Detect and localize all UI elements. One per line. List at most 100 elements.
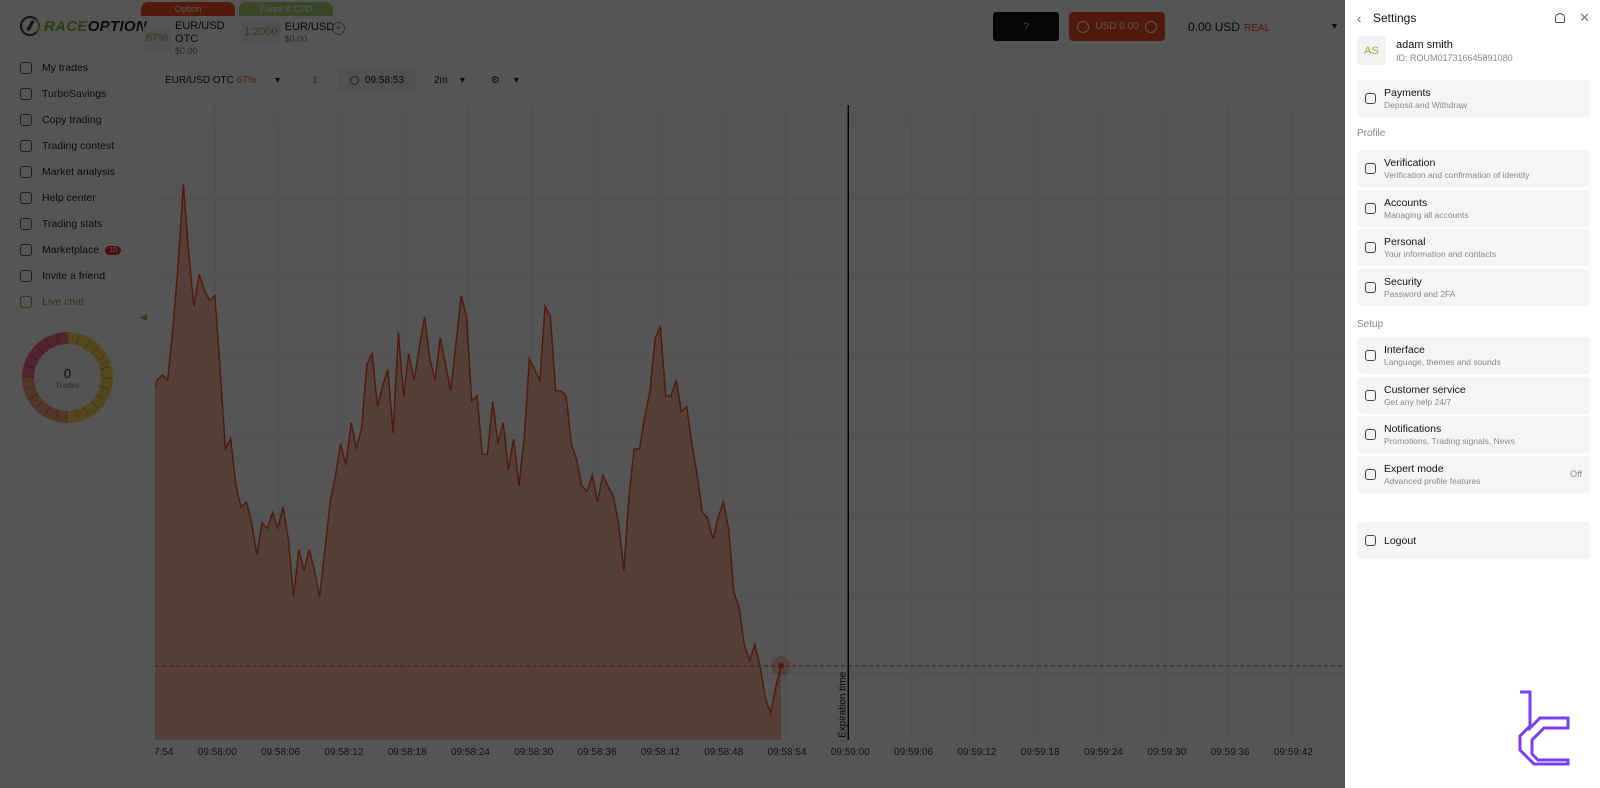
x-tick-label: 09:59:18 — [1021, 747, 1060, 755]
verification-icon — [1365, 163, 1376, 174]
asset-tabs: Option 67% EUR/USD OTC $0.00 Forex & CFD … — [141, 2, 334, 60]
settings-item-customer-service[interactable]: Customer service Get any help 24/7 — [1357, 376, 1590, 414]
chevron-down-icon[interactable]: ▼ — [1330, 21, 1339, 31]
watermark-logo — [1518, 690, 1570, 766]
panel-title: Settings — [1373, 11, 1417, 25]
security-icon — [1365, 281, 1376, 293]
collapse-sidebar-icon[interactable]: ◀ — [140, 312, 147, 323]
raceoption-logo[interactable]: RACEOPTION — [20, 16, 147, 36]
personal-icon — [1365, 242, 1376, 253]
x-tick-label: 09:58:48 — [704, 747, 743, 755]
settings-item-interface[interactable]: Interface Language, themes and sounds — [1357, 337, 1590, 374]
x-tick-label: 09:59:30 — [1147, 747, 1186, 755]
user-name: adam smith — [1396, 38, 1453, 51]
x-tick-label: 09:59:36 — [1211, 747, 1250, 755]
x-tick-label: 09:58:24 — [451, 747, 490, 755]
back-icon[interactable]: ‹ — [1357, 11, 1373, 26]
settings-item-payments[interactable]: Payments Deposit and Withdraw — [1357, 80, 1590, 117]
symbol-selector[interactable]: EUR/USD OTC 67% ▾ — [155, 75, 290, 86]
balance-display[interactable]: 0.00 USD REAL — [1188, 20, 1270, 34]
customer-service-icon — [1365, 389, 1376, 401]
asset-tab-option[interactable]: Option 67% EUR/USD OTC $0.00 — [141, 2, 235, 60]
check-icon — [1077, 20, 1089, 33]
bonus-button[interactable]: USD 0.00 — [1069, 12, 1165, 41]
savings-icon — [20, 88, 32, 100]
sidebar-item-my-trades[interactable]: My trades — [20, 55, 140, 81]
settings-item-security[interactable]: Security Password and 2FA — [1357, 268, 1590, 306]
analysis-icon — [20, 166, 32, 178]
copy-icon — [20, 114, 32, 126]
mystery-box-button[interactable]: ? — [993, 12, 1059, 41]
settings-item-expert-mode[interactable]: Expert mode Advanced profile features Off — [1357, 455, 1590, 493]
chat-icon — [20, 296, 32, 308]
chevron-down-icon: ▾ — [459, 74, 465, 86]
sidebar-item-trading-contest[interactable]: Trading contest — [20, 133, 140, 159]
x-tick-label: 09:59:00 — [831, 747, 870, 755]
invite-icon — [20, 270, 32, 282]
time-display: 09:58:53 — [338, 68, 416, 92]
marketplace-icon — [20, 244, 32, 256]
x-tick-label: 09:59:24 — [1084, 747, 1123, 755]
indicators-icon[interactable]: ⟟ — [300, 75, 330, 86]
sidebar-item-marketplace[interactable]: Marketplace 10 — [20, 237, 140, 263]
logout-button[interactable]: Logout — [1357, 522, 1590, 559]
contest-icon — [20, 140, 32, 152]
x-tick-label: 09:59:42 — [1274, 747, 1313, 755]
gear-icon: ⚙ — [490, 74, 500, 86]
x-tick-label: 09:58:00 — [198, 747, 237, 755]
user-id: ID: ROUM017316645891080 — [1396, 52, 1513, 63]
add-asset-button[interactable]: + — [332, 22, 345, 35]
toggle-value[interactable]: Off — [1570, 469, 1582, 479]
settings-item-notifications[interactable]: Notifications Promotions, Trading signals… — [1357, 416, 1590, 453]
x-tick-label: 09:58:12 — [324, 747, 363, 755]
trades-icon — [20, 62, 32, 74]
sidebar-item-copy-trading[interactable]: Copy trading — [20, 107, 140, 133]
clock-icon — [350, 75, 359, 85]
x-tick-label: 09:59:06 — [894, 747, 933, 755]
chevron-down-icon: ▾ — [513, 74, 519, 86]
help-icon — [20, 192, 32, 204]
x-tick-label: 09:59:12 — [957, 747, 996, 755]
chevron-down-icon: ▾ — [274, 74, 280, 86]
interval-selector[interactable]: 2m ▾ — [434, 75, 465, 86]
sidebar-item-live-chat[interactable]: Live chat — [20, 289, 140, 315]
asset-tab-forex[interactable]: Forex & CFD 1:2000 EUR/USD $0.00 — [239, 2, 334, 60]
sidebar-item-invite-a-friend[interactable]: Invite a friend — [20, 263, 140, 289]
interface-icon — [1365, 350, 1376, 361]
card-icon — [1365, 93, 1376, 104]
accounts-icon — [1365, 202, 1376, 214]
chart-settings-button[interactable]: ⚙ ▾ — [491, 75, 519, 86]
notification-badge: 10 — [105, 245, 121, 255]
expiration-label: Expiration time — [837, 671, 848, 738]
sidebar-item-market-analysis[interactable]: Market analysis — [20, 159, 140, 185]
info-icon — [1144, 20, 1157, 33]
notifications-icon — [1365, 429, 1376, 440]
close-icon[interactable]: ✕ — [1579, 10, 1590, 26]
settings-item-accounts[interactable]: Accounts Managing all accounts — [1357, 189, 1590, 227]
stats-icon — [20, 218, 32, 230]
section-heading-setup: Setup — [1357, 319, 1384, 330]
x-tick-label: 09:58:36 — [578, 747, 617, 755]
x-tick-label: 09:58:42 — [641, 747, 680, 755]
logout-icon — [1365, 535, 1376, 546]
settings-item-personal[interactable]: Personal Your information and contacts — [1357, 229, 1590, 266]
chart-toolbar: EUR/USD OTC 67% ▾ ⟟ 09:58:53 2m ▾ ⚙ ▾ — [155, 68, 519, 92]
x-tick-label: 09:58:30 — [514, 747, 553, 755]
settings-panel: ‹ Settings ✕ AS adam smith ID: ROUM01731… — [1345, 0, 1600, 788]
settings-item-verification[interactable]: Verification Verification and confirmatio… — [1357, 150, 1590, 187]
expert-mode-icon — [1365, 468, 1376, 480]
current-price-marker — [778, 662, 784, 669]
speedometer-icon — [20, 16, 40, 36]
sidebar-item-turbosavings[interactable]: TurboSavings — [20, 81, 140, 107]
sidebar: My trades TurboSavings Copy trading Trading… — [20, 55, 140, 315]
user-info: AS adam smith ID: ROUM017316645891080 — [1357, 36, 1513, 65]
x-tick-label: 09:58:54 — [768, 747, 807, 755]
sidebar-item-trading-stats[interactable]: Trading stats — [20, 211, 140, 237]
price-chart[interactable]: 7:54 09:58:00 09:58:06 09:58:12 09:58:18 09:5… — [155, 105, 1345, 755]
x-tick-label: 09:58:18 — [388, 747, 427, 755]
x-tick-label: 7:54 — [155, 747, 174, 755]
sidebar-item-help-center[interactable]: Help center — [20, 185, 140, 211]
trades-gauge: 0 Trades — [22, 332, 113, 423]
x-tick-label: 09:58:06 — [261, 747, 300, 755]
bell-icon[interactable] — [1555, 13, 1566, 23]
